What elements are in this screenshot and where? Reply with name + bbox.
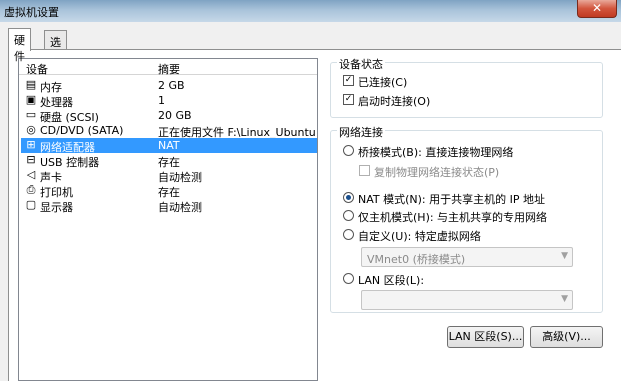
device-row-sound[interactable]: ◁ 声卡 自动检测 [21,168,317,185]
device-status-title: 设备状态 [337,56,385,72]
lan-segments-button[interactable]: LAN 区段(S)... [447,326,524,348]
processor-icon: ▣ [25,93,37,106]
lan-segment-select[interactable]: ▼ [361,290,573,310]
radio-icon [343,210,354,221]
device-name: CD/DVD (SATA) [40,124,124,137]
tab-hardware[interactable]: 硬件 [8,28,31,63]
nat-mode-label: NAT 模式(N): 用于共享主机的 IP 地址 [358,193,545,206]
radio-selected-icon [343,192,354,203]
window-titlebar: 虚拟机设置 ✕ [0,0,621,22]
device-summary: 20 GB [158,109,192,122]
advanced-button[interactable]: 高级(V)... [530,326,603,348]
window-title: 虚拟机设置 [4,6,59,19]
memory-icon: ▤ [25,78,37,91]
close-button[interactable]: ✕ [577,0,617,18]
device-list-header: 设备 摘要 [19,59,317,77]
close-icon: ✕ [591,1,603,15]
radio-icon [343,273,354,284]
device-summary: 1 [158,94,165,107]
device-row-cd-dvd[interactable]: ◎ CD/DVD (SATA) 正在使用文件 F:\Linux_Ubuntu..… [21,123,317,140]
radio-icon [343,145,354,156]
device-row-network-adapter[interactable]: ⊞ 网络适配器 NAT [21,138,317,154]
hard-disk-icon: ▭ [25,108,37,121]
device-summary: 自动检测 [158,201,202,214]
connect-at-power-on-label: 启动时连接(O) [358,95,431,108]
connected-label: 已连接(C) [358,76,408,89]
network-adapter-icon: ⊞ [26,138,36,151]
device-row-display[interactable]: ▢ 显示器 自动检测 [21,198,317,215]
lan-segment-label: LAN 区段(L): [358,274,425,287]
device-list[interactable]: 设备 摘要 ▤ 内存 2 GB ▣ 处理器 1 ▭ 硬盘 (SCSI) 20 G… [18,58,318,381]
custom-network-select[interactable]: VMnet0 (桥接模式) ▼ [361,247,573,267]
chevron-down-icon: ▼ [561,294,568,304]
device-status-group: 设备状态 ✓ 已连接(C) ✓ 启动时连接(O) [330,56,603,118]
custom-network-label: 自定义(U): 特定虚拟网络 [358,230,481,243]
advanced-button-label: 高级(V)... [542,330,591,343]
device-summary: 2 GB [158,79,185,92]
device-name: 显示器 [40,201,73,214]
device-row-memory[interactable]: ▤ 内存 2 GB [21,78,317,95]
radio-icon [343,229,354,240]
chevron-down-icon: ▼ [561,251,568,261]
checkbox-checked-icon: ✓ [343,94,354,105]
tab-hardware-label: 硬件 [14,34,25,63]
usb-icon: ⊟ [26,153,36,166]
device-summary: NAT [158,139,180,152]
sound-icon: ◁ [26,168,36,181]
device-row-hard-disk[interactable]: ▭ 硬盘 (SCSI) 20 GB [21,108,317,125]
printer-icon: ⎙ [26,183,36,196]
network-connection-title: 网络连接 [337,124,385,140]
device-row-printer[interactable]: ⎙ 打印机 存在 [21,183,317,200]
custom-network-value: VMnet0 (桥接模式) [367,253,466,266]
host-only-mode-label: 仅主机模式(H): 与主机共享的专用网络 [358,211,548,224]
lan-segments-button-label: LAN 区段(S)... [448,330,523,343]
cd-dvd-icon: ◎ [26,123,36,136]
column-header-summary[interactable]: 摘要 [158,61,180,77]
checkbox-unchecked-icon [359,165,370,176]
replicate-physical-state-label: 复制物理网络连接状态(P) [374,166,500,179]
device-row-processor[interactable]: ▣ 处理器 1 [21,93,317,110]
column-header-device[interactable]: 设备 [26,61,48,77]
checkbox-checked-icon: ✓ [343,75,354,86]
bridged-mode-label: 桥接模式(B): 直接连接物理网络 [358,146,514,159]
tab-options[interactable]: 选项 [44,30,67,65]
display-icon: ▢ [25,198,37,211]
network-connection-group: 网络连接 桥接模式(B): 直接连接物理网络 复制物理网络连接状态(P) NAT… [330,124,603,313]
device-row-usb[interactable]: ⊟ USB 控制器 存在 [21,153,317,170]
